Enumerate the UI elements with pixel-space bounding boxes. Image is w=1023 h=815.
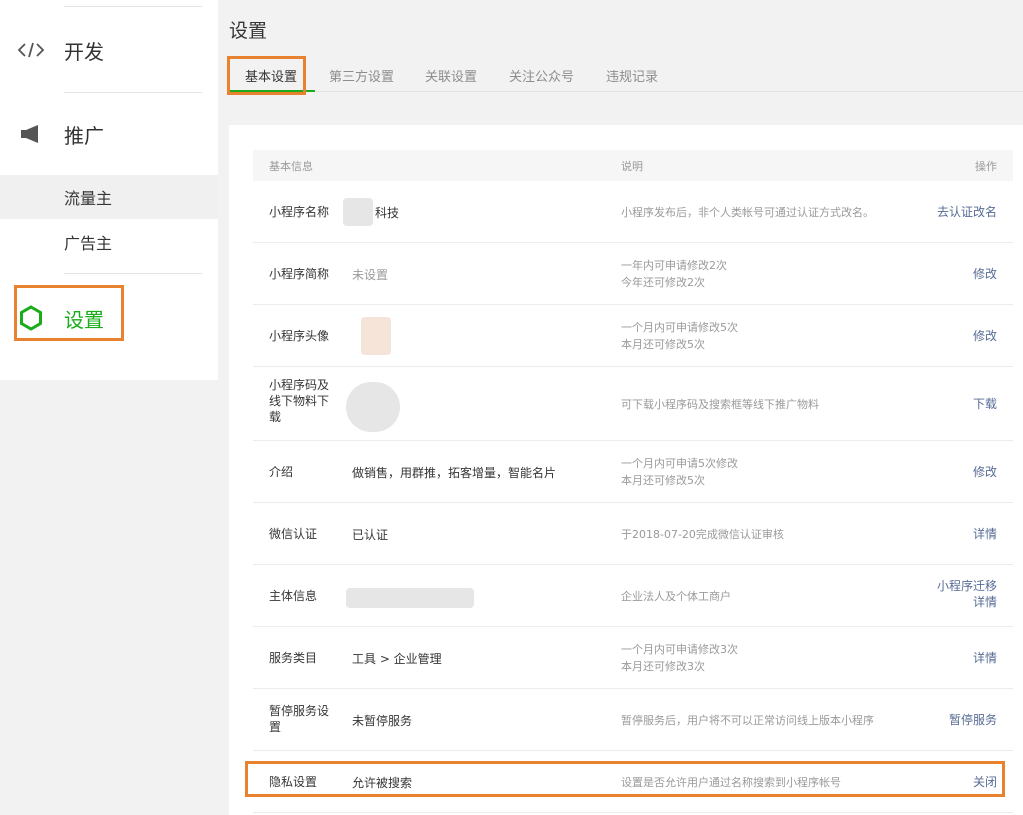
sidebar-item-label: 设置	[64, 307, 104, 332]
column-header-info: 基本信息	[269, 160, 313, 173]
row-label: 隐私设置	[269, 775, 318, 789]
sidebar-subitem-traffic-owner[interactable]: 流量主	[0, 175, 218, 219]
avatar	[361, 317, 391, 355]
row-description-line: 今年还可修改2次	[621, 276, 705, 289]
tab-bar: 基本设置 第三方设置 关联设置 关注公众号 违规记录	[229, 62, 1023, 92]
verification-details-link[interactable]: 详情	[973, 526, 997, 542]
row-description: 小程序发布后，非个人类帐号可通过认证方式改名。	[621, 206, 874, 219]
disable-search-link[interactable]: 关闭	[973, 774, 997, 790]
sidebar-item-settings[interactable]: 设置	[0, 298, 218, 338]
sidebar: 开发 推广 流量主 广告主 设置	[0, 0, 218, 380]
row-label: 暂停服务设置	[269, 704, 330, 734]
table-row: 微信认证 已认证 于2018-07-20完成微信认证审核 详情	[253, 503, 1013, 565]
sidebar-item-promote[interactable]: 推广	[0, 114, 218, 154]
row-description: 一个月内可申请5次修改 本月还可修改5次	[621, 455, 738, 489]
column-header-desc: 说明	[621, 160, 643, 173]
row-description: 暂停服务后，用户将不可以正常访问线上版本小程序	[621, 714, 874, 727]
divider	[64, 92, 202, 93]
sidebar-subitem-label: 广告主	[64, 234, 113, 253]
edit-name-link[interactable]: 去认证改名	[937, 204, 997, 220]
row-description-line: 本月还可修改5次	[621, 338, 705, 351]
megaphone-icon	[16, 119, 46, 149]
category-details-link[interactable]: 详情	[973, 650, 997, 666]
row-value: 已认证	[352, 528, 389, 542]
code-icon	[16, 35, 46, 65]
row-value: 工具 > 企业管理	[352, 652, 442, 666]
row-value: 科技	[375, 206, 400, 220]
table-row: 服务类目 工具 > 企业管理 一个月内可申请修改3次 本月还可修改3次 详情	[253, 627, 1013, 689]
column-header-action: 操作	[975, 160, 997, 173]
download-link[interactable]: 下载	[973, 396, 997, 412]
page-title: 设置	[229, 20, 268, 42]
sidebar-subitem-label: 流量主	[64, 189, 113, 208]
migrate-link[interactable]: 小程序迁移	[937, 579, 997, 593]
tab-follow-account[interactable]: 关注公众号	[509, 66, 574, 85]
table-row: 小程序码及线下物料下载 可下载小程序码及搜索框等线下推广物料 下载	[253, 367, 1013, 441]
row-description-line: 一年内可申请修改2次	[621, 259, 727, 272]
sidebar-item-label: 开发	[64, 39, 104, 64]
pause-service-link[interactable]: 暂停服务	[949, 712, 997, 728]
redacted-area	[346, 588, 474, 608]
tab-third-party-settings[interactable]: 第三方设置	[329, 66, 394, 85]
table-row: 介绍 做销售，用群推，拓客增量，智能名片 一个月内可申请5次修改 本月还可修改5…	[253, 441, 1013, 503]
entity-details-link[interactable]: 详情	[973, 595, 997, 609]
table-row: 隐私设置 允许被搜索 设置是否允许用户通过名称搜索到小程序帐号 关闭	[253, 751, 1013, 813]
row-label: 介绍	[269, 465, 294, 479]
row-label: 小程序简称	[269, 267, 330, 281]
row-description: 设置是否允许用户通过名称搜索到小程序帐号	[621, 776, 841, 789]
row-label: 服务类目	[269, 651, 318, 665]
row-label: 微信认证	[269, 527, 318, 541]
row-description-line: 一个月内可申请修改3次	[621, 643, 738, 656]
tab-association-settings[interactable]: 关联设置	[425, 66, 477, 85]
edit-intro-link[interactable]: 修改	[973, 464, 997, 480]
table-row: 主体信息 企业法人及个体工商户 小程序迁移 详情	[253, 565, 1013, 627]
active-tab-indicator	[229, 90, 315, 92]
divider	[64, 273, 202, 274]
row-description: 于2018-07-20完成微信认证审核	[621, 528, 784, 541]
sidebar-item-dev[interactable]: 开发	[0, 30, 218, 70]
table-row: 暂停服务设置 未暂停服务 暂停服务后，用户将不可以正常访问线上版本小程序 暂停服…	[253, 689, 1013, 751]
row-value: 未暂停服务	[352, 714, 413, 728]
tab-basic-settings[interactable]: 基本设置	[245, 66, 297, 85]
row-description: 一个月内可申请修改5次 本月还可修改5次	[621, 319, 738, 353]
row-label: 小程序码及线下物料下载	[269, 378, 330, 424]
row-value: 做销售，用群推，拓客增量，智能名片	[352, 466, 557, 480]
sidebar-subitem-advertiser[interactable]: 广告主	[0, 220, 218, 264]
edit-avatar-link[interactable]: 修改	[973, 328, 997, 344]
row-description-line: 本月还可修改3次	[621, 660, 705, 673]
row-value: 允许被搜索	[352, 776, 413, 790]
row-description: 可下载小程序码及搜索框等线下推广物料	[621, 398, 819, 411]
sidebar-item-label: 推广	[64, 123, 104, 148]
qr-code-image	[346, 382, 400, 432]
row-actions: 小程序迁移 详情	[937, 578, 997, 610]
gear-icon	[16, 303, 46, 333]
row-value: 未设置	[352, 268, 389, 282]
row-label: 主体信息	[269, 589, 318, 603]
table-row: 小程序名称 科技 小程序发布后，非个人类帐号可通过认证方式改名。 去认证改名	[253, 181, 1013, 243]
table-header: 基本信息 说明 操作	[253, 150, 1013, 181]
row-description-line: 一个月内可申请5次修改	[621, 457, 738, 470]
row-description: 一个月内可申请修改3次 本月还可修改3次	[621, 641, 738, 675]
divider	[64, 6, 202, 7]
row-description-line: 本月还可修改5次	[621, 474, 705, 487]
tab-violation-records[interactable]: 违规记录	[606, 66, 658, 85]
row-description-line: 一个月内可申请修改5次	[621, 321, 738, 334]
table-row: 小程序头像 一个月内可申请修改5次 本月还可修改5次 修改	[253, 305, 1013, 367]
row-label: 小程序名称	[269, 205, 330, 219]
row-label: 小程序头像	[269, 329, 330, 343]
table-row: 小程序简称 未设置 一年内可申请修改2次 今年还可修改2次 修改	[253, 243, 1013, 305]
edit-short-name-link[interactable]: 修改	[973, 266, 997, 282]
row-description: 企业法人及个体工商户	[621, 590, 731, 603]
row-description: 一年内可申请修改2次 今年还可修改2次	[621, 257, 727, 291]
redacted-area	[343, 198, 373, 226]
